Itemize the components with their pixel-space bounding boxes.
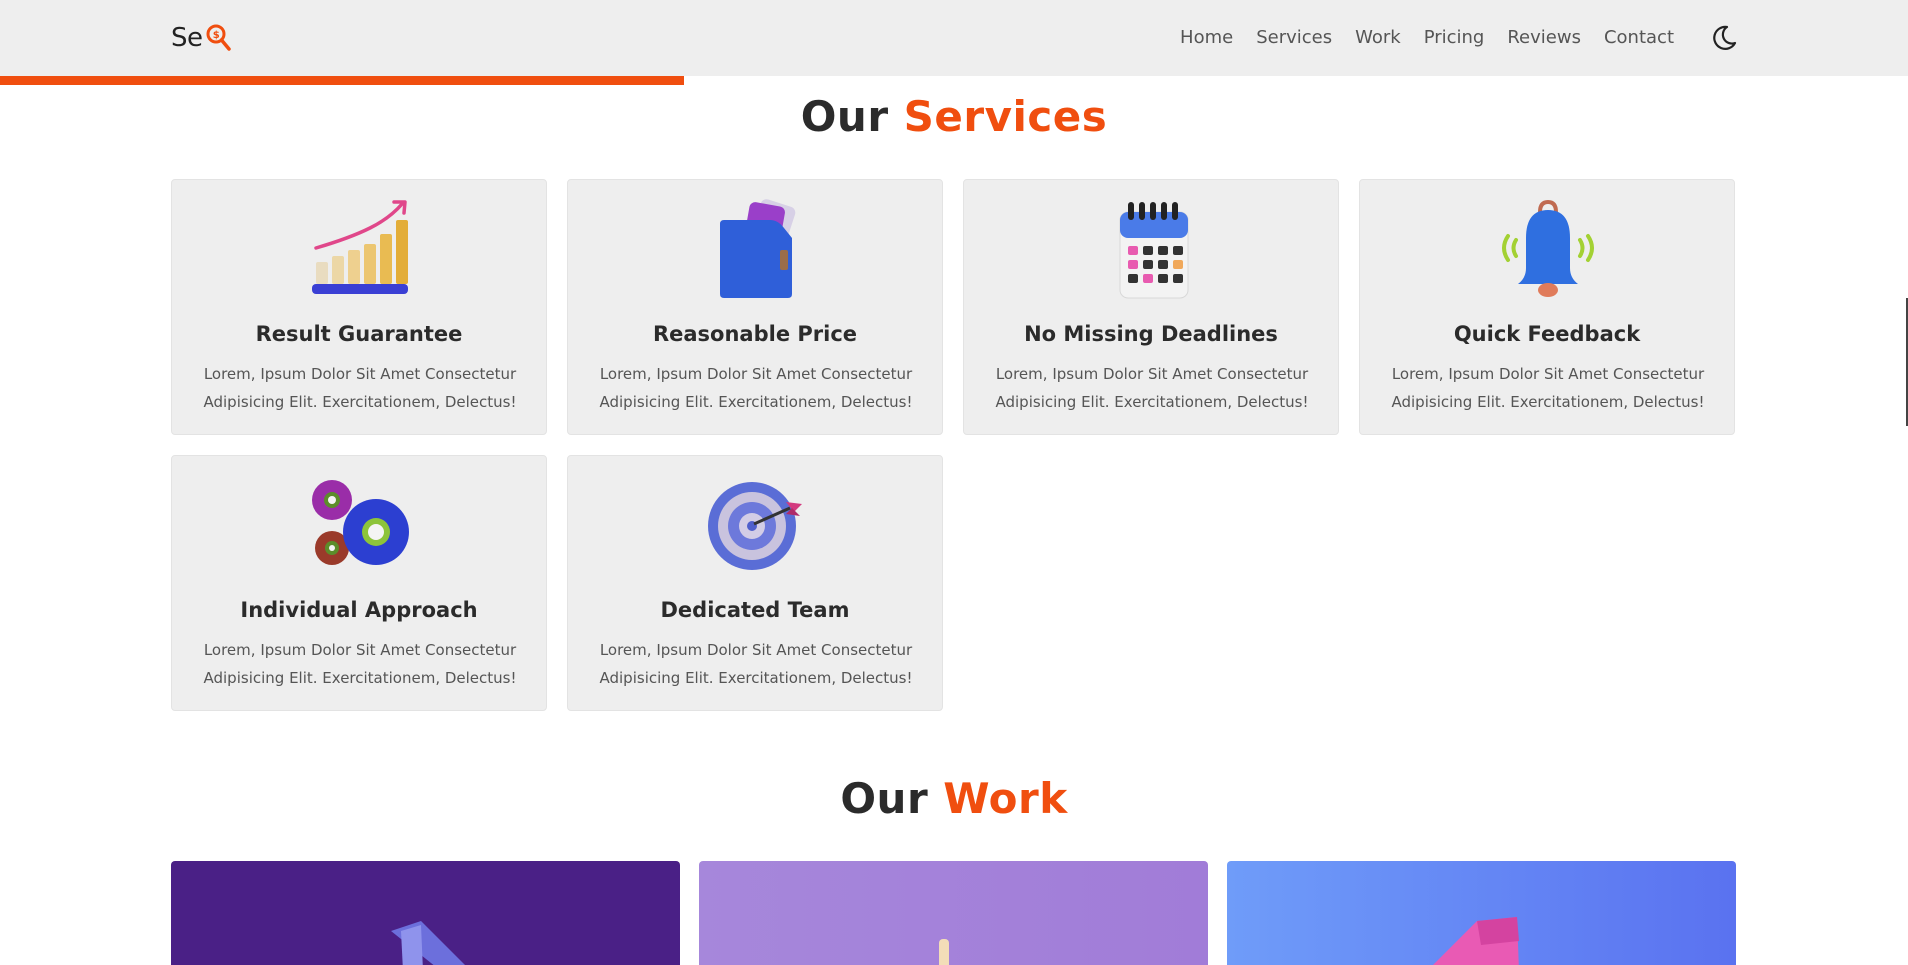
bell-icon bbox=[1502, 199, 1594, 297]
service-card: Reasonable Price Lorem, Ipsum Dolor Sit … bbox=[567, 179, 943, 435]
nav-services[interactable]: Services bbox=[1256, 24, 1332, 52]
nav-contact[interactable]: Contact bbox=[1604, 24, 1674, 52]
services-title-plain: Our bbox=[800, 92, 889, 141]
wallet-icon bbox=[720, 199, 796, 298]
work-item[interactable] bbox=[699, 861, 1208, 965]
work-thumbnail-shape bbox=[1433, 917, 1519, 965]
scroll-progress-bar bbox=[0, 76, 684, 85]
svg-text:$: $ bbox=[212, 30, 219, 41]
main-nav: Home Services Work Pricing Reviews Conta… bbox=[1180, 24, 1674, 52]
service-card: Quick Feedback Lorem, Ipsum Dolor Sit Am… bbox=[1359, 179, 1735, 435]
calendar-icon bbox=[1119, 202, 1189, 299]
service-description: Lorem, Ipsum Dolor Sit Amet Consectetur … bbox=[599, 641, 913, 687]
service-description: Lorem, Ipsum Dolor Sit Amet Consectetur … bbox=[1391, 365, 1705, 411]
service-title: Reasonable Price bbox=[652, 322, 858, 346]
gears-icon bbox=[312, 480, 409, 565]
nav-home[interactable]: Home bbox=[1180, 24, 1233, 52]
nav-reviews[interactable]: Reviews bbox=[1507, 24, 1581, 52]
service-card: Dedicated Team Lorem, Ipsum Dolor Sit Am… bbox=[567, 455, 943, 711]
magnifier-dollar-icon: $ bbox=[206, 24, 231, 51]
work-title-plain: Our bbox=[840, 774, 929, 823]
growth-chart-icon bbox=[312, 200, 408, 294]
service-title: Quick Feedback bbox=[1453, 322, 1641, 346]
nav-work[interactable]: Work bbox=[1355, 24, 1401, 52]
site-header: Se $ Home Services Work Pricing Reviews … bbox=[0, 0, 1908, 76]
work-item[interactable] bbox=[171, 861, 680, 965]
services-title-accent: Services bbox=[903, 92, 1108, 141]
work-thumbnail-shape bbox=[391, 921, 465, 965]
service-card: Individual Approach Lorem, Ipsum Dolor S… bbox=[171, 455, 547, 711]
work-title: Our Work bbox=[0, 774, 1908, 823]
service-description: Lorem, Ipsum Dolor Sit Amet Consectetur … bbox=[203, 365, 517, 411]
service-title: No Missing Deadlines bbox=[1024, 322, 1278, 346]
services-title: Our Services bbox=[0, 92, 1908, 141]
site-logo[interactable]: Se $ bbox=[171, 22, 232, 54]
service-card: No Missing Deadlines Lorem, Ipsum Dolor … bbox=[963, 179, 1339, 435]
service-card: Result Guarantee Lorem, Ipsum Dolor Sit … bbox=[171, 179, 547, 435]
service-title: Result Guarantee bbox=[255, 322, 463, 346]
work-title-accent: Work bbox=[943, 774, 1068, 823]
nav-pricing[interactable]: Pricing bbox=[1424, 24, 1485, 52]
service-description: Lorem, Ipsum Dolor Sit Amet Consectetur … bbox=[599, 365, 913, 411]
service-title: Individual Approach bbox=[240, 598, 478, 622]
logo-text: Se bbox=[171, 23, 203, 53]
service-description: Lorem, Ipsum Dolor Sit Amet Consectetur … bbox=[995, 365, 1309, 411]
target-icon bbox=[708, 482, 802, 570]
work-thumbnail-shape bbox=[939, 939, 949, 965]
service-description: Lorem, Ipsum Dolor Sit Amet Consectetur … bbox=[203, 641, 517, 687]
service-title: Dedicated Team bbox=[660, 598, 850, 622]
work-item[interactable] bbox=[1227, 861, 1736, 965]
moon-icon[interactable] bbox=[1710, 24, 1738, 52]
